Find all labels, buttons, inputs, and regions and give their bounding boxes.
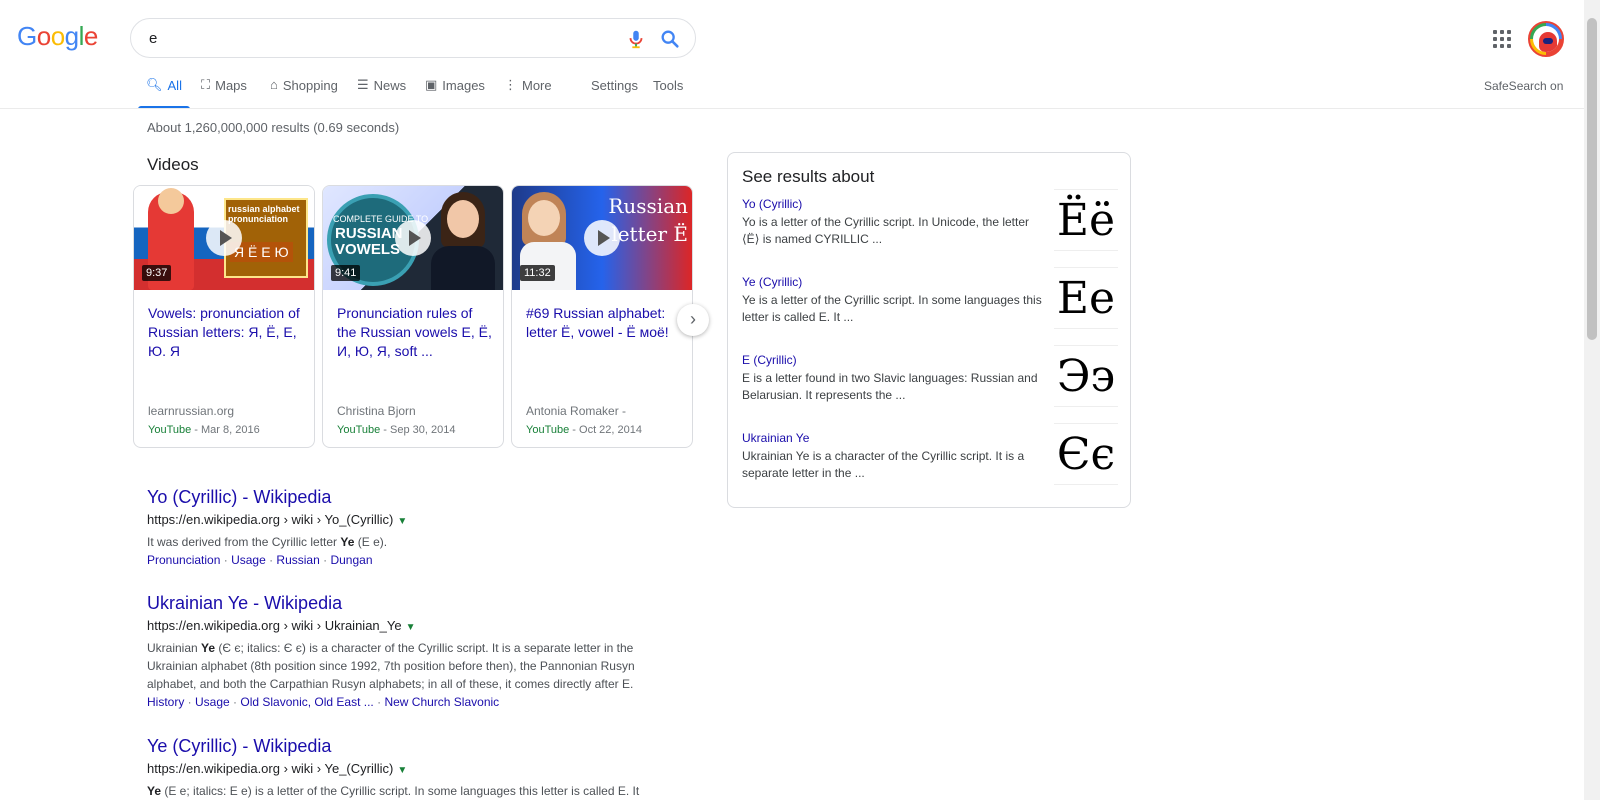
- tab-settings[interactable]: Settings: [591, 78, 638, 108]
- video-card[interactable]: Russian letter Ё 11:32 #69 Russian alpha…: [511, 185, 693, 448]
- tab-more[interactable]: ⋮ More: [504, 78, 552, 108]
- search-box[interactable]: e: [130, 18, 696, 58]
- sitelink[interactable]: Russian: [276, 553, 319, 567]
- search-result: Ye (Cyrillic) - Wikipedia https://en.wik…: [147, 735, 667, 800]
- image-icon: ▣: [425, 77, 438, 92]
- entity-image[interactable]: Ее: [1054, 267, 1118, 329]
- result-url[interactable]: https://en.wikipedia.org › wiki › Ukrain…: [147, 618, 667, 636]
- tab-images[interactable]: ▣ Images: [425, 78, 485, 108]
- thumb-caption: russian alphabet pronunciation: [228, 204, 300, 224]
- entity-image[interactable]: Ёё: [1054, 189, 1118, 251]
- video-duration: 9:41: [331, 265, 361, 281]
- entity-item[interactable]: E (Cyrillic) E is a letter found in two …: [742, 345, 1122, 407]
- panel-title: See results about: [742, 167, 875, 186]
- search-input[interactable]: e: [149, 30, 157, 47]
- play-icon[interactable]: [395, 220, 431, 256]
- result-title[interactable]: Ukrainian Ye - Wikipedia: [147, 592, 667, 614]
- tab-news[interactable]: ☰ News: [357, 78, 406, 108]
- result-sitelinks: History · Usage · Old Slavonic, Old East…: [147, 695, 500, 709]
- sitelink[interactable]: Dungan: [330, 553, 372, 567]
- result-title[interactable]: Yo (Cyrillic) - Wikipedia: [147, 486, 667, 508]
- search-result: Ukrainian Ye - Wikipedia https://en.wiki…: [147, 592, 667, 711]
- caret-down-icon[interactable]: ▼: [406, 622, 416, 633]
- result-sitelinks: Pronunciation · Usage · Russian · Dungan: [147, 553, 373, 567]
- sitelink[interactable]: History: [147, 695, 184, 709]
- video-thumbnail[interactable]: russian alphabet pronunciation Я Ё Е Ю 9…: [134, 186, 314, 290]
- result-stats: About 1,260,000,000 results (0.69 second…: [147, 120, 400, 135]
- entity-description: Ye is a letter of the Cyrillic script. I…: [742, 293, 1042, 324]
- video-duration: 9:37: [142, 265, 172, 281]
- result-url[interactable]: https://en.wikipedia.org › wiki › Ye_(Cy…: [147, 761, 667, 779]
- play-icon[interactable]: [206, 220, 242, 256]
- sitelink[interactable]: New Church Slavonic: [384, 695, 499, 709]
- tab-shopping[interactable]: ⌂ Shopping: [270, 78, 338, 108]
- sitelink[interactable]: Usage: [231, 553, 266, 567]
- sitelink[interactable]: Pronunciation: [147, 553, 220, 567]
- entity-image[interactable]: Єє: [1054, 423, 1118, 485]
- more-vertical-icon: ⋮: [504, 77, 517, 92]
- video-source: Christina Bjorn: [337, 404, 416, 418]
- video-source: learnrussian.org: [148, 404, 235, 418]
- search-icon[interactable]: [659, 28, 681, 50]
- tab-maps[interactable]: ⛶ Maps: [201, 78, 247, 108]
- search-icon: 🔍︎: [146, 77, 163, 92]
- sitelink[interactable]: Old Slavonic, Old East ...: [240, 695, 373, 709]
- logo-letter: G: [17, 21, 37, 51]
- tag-icon: ⌂: [270, 77, 278, 92]
- page-scrollbar[interactable]: [1584, 0, 1600, 800]
- google-logo[interactable]: Google: [17, 21, 98, 52]
- entity-item[interactable]: Ukrainian Ye Ukrainian Ye is a character…: [742, 423, 1122, 485]
- entity-item[interactable]: Ye (Cyrillic) Ye is a letter of the Cyri…: [742, 267, 1122, 329]
- see-results-about-panel: See results about Yo (Cyrillic) Yo is a …: [727, 152, 1131, 508]
- video-title[interactable]: Vowels: pronunciation of Russian letters…: [148, 304, 304, 361]
- tab-tools[interactable]: Tools: [653, 78, 683, 108]
- header-divider: [0, 108, 1600, 109]
- video-source: Antonia Romaker -: [526, 404, 627, 418]
- caret-down-icon[interactable]: ▼: [397, 516, 407, 527]
- result-title[interactable]: Ye (Cyrillic) - Wikipedia: [147, 735, 667, 757]
- news-icon: ☰: [357, 77, 369, 92]
- logo-letter: g: [64, 21, 79, 51]
- scrollbar-thumb[interactable]: [1587, 18, 1597, 340]
- entity-description: Ukrainian Ye is a character of the Cyril…: [742, 449, 1025, 480]
- entity-description: E is a letter found in two Slavic langua…: [742, 371, 1038, 402]
- videos-heading: Videos: [147, 155, 199, 174]
- tab-all[interactable]: 🔍︎ All: [138, 77, 190, 109]
- video-meta: YouTube - Mar 8, 2016: [148, 424, 260, 436]
- account-avatar[interactable]: [1528, 21, 1564, 57]
- map-icon: ⛶: [201, 77, 211, 92]
- logo-letter: o: [36, 21, 51, 51]
- video-title[interactable]: Pronunciation rules of the Russian vowel…: [337, 304, 493, 361]
- video-card[interactable]: COMPLETE GUIDE TO RUSSIAN VOWELS 9:41 Pr…: [322, 185, 504, 448]
- mic-icon[interactable]: [625, 27, 647, 51]
- safesearch-status[interactable]: SafeSearch on: [1484, 79, 1563, 93]
- video-card[interactable]: russian alphabet pronunciation Я Ё Е Ю 9…: [133, 185, 315, 448]
- chevron-right-icon[interactable]: ›: [677, 304, 709, 336]
- video-thumbnail[interactable]: Russian letter Ё 11:32: [512, 186, 692, 290]
- result-url[interactable]: https://en.wikipedia.org › wiki › Yo_(Cy…: [147, 512, 667, 530]
- logo-letter: e: [83, 21, 98, 51]
- video-duration: 11:32: [520, 265, 555, 281]
- sitelink[interactable]: Usage: [195, 695, 230, 709]
- apps-grid-icon[interactable]: [1493, 30, 1511, 48]
- video-meta: YouTube - Oct 22, 2014: [526, 424, 642, 436]
- video-meta: YouTube - Sep 30, 2014: [337, 424, 456, 436]
- entity-item[interactable]: Yo (Cyrillic) Yo is a letter of the Cyri…: [742, 189, 1122, 251]
- caret-down-icon[interactable]: ▼: [397, 765, 407, 776]
- video-thumbnail[interactable]: COMPLETE GUIDE TO RUSSIAN VOWELS 9:41: [323, 186, 503, 290]
- result-snippet: Ye (Е е; italics: Е е) is a letter of th…: [147, 784, 640, 798]
- entity-image[interactable]: Ээ: [1054, 345, 1118, 407]
- play-icon[interactable]: [584, 220, 620, 256]
- result-snippet: Ukrainian Ye (Є є; italics: Є є) is a ch…: [147, 641, 635, 691]
- result-snippet: It was derived from the Cyrillic letter …: [147, 535, 388, 549]
- logo-letter: o: [50, 21, 65, 51]
- search-result: Yo (Cyrillic) - Wikipedia https://en.wik…: [147, 486, 667, 569]
- video-title[interactable]: #69 Russian alphabet: letter Ё, vowel - …: [526, 304, 682, 342]
- entity-description: Yo is a letter of the Cyrillic script. I…: [742, 215, 1030, 246]
